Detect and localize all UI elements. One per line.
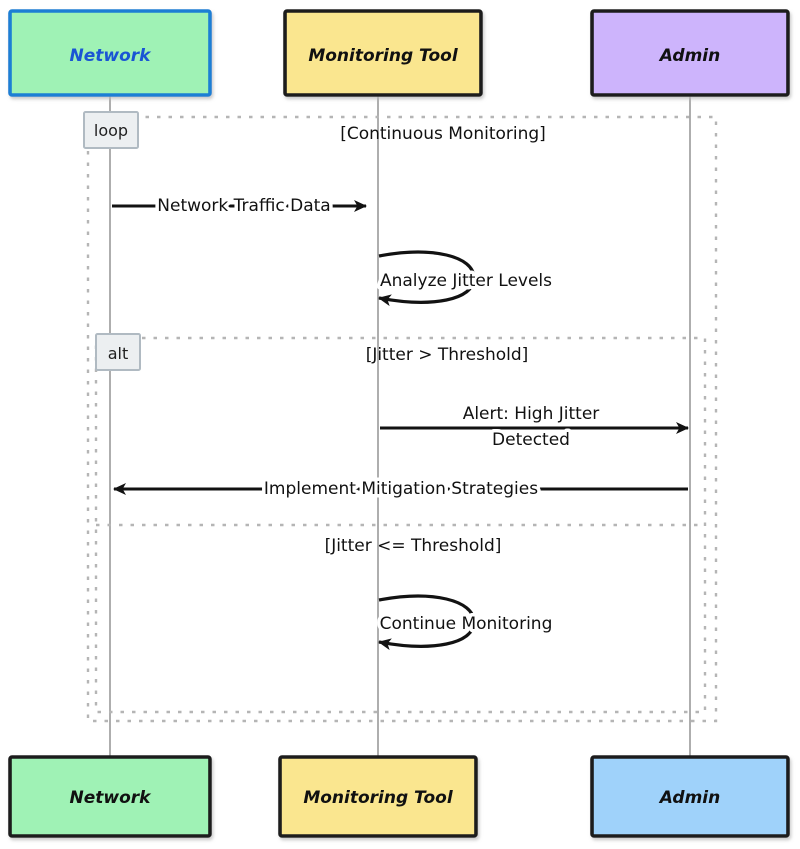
message-continue-monitoring-label: Continue Monitoring <box>380 614 553 634</box>
message-alert-high-jitter-detected-label-line1: Alert: High Jitter <box>463 404 600 424</box>
top-actor-admin[interactable]: Admin <box>590 9 790 97</box>
loop-frame-title: [Continuous Monitoring] <box>340 124 546 144</box>
alt-frame-tag-label: alt <box>108 344 129 363</box>
bottom-actor-admin[interactable]: Admin <box>590 755 790 838</box>
sequence-diagram-canvas: Network Monitoring Tool Admin loop [Cont… <box>0 0 800 849</box>
message-network-traffic-data[interactable]: Network Traffic Data <box>112 193 367 220</box>
message-implement-mitigation-strategies[interactable]: Implement Mitigation Strategies <box>113 476 688 503</box>
message-analyze-jitter-levels-label: Analyze Jitter Levels <box>380 271 552 291</box>
loop-frame-tag-label: loop <box>94 121 128 140</box>
bottom-actor-admin-label: Admin <box>658 788 720 808</box>
alt-frame <box>94 336 707 714</box>
message-alert-high-jitter-detected[interactable]: Alert: High Jitter Detected <box>380 401 689 454</box>
message-alert-high-jitter-detected-label-line2: Detected <box>492 430 570 450</box>
loop-frame-tag[interactable]: loop <box>83 111 139 149</box>
top-actor-network-label: Network <box>70 46 153 66</box>
alt-frame-tag[interactable]: alt <box>95 333 141 371</box>
message-continue-monitoring[interactable]: Continue Monitoring <box>376 594 556 651</box>
top-actor-monitoring-tool[interactable]: Monitoring Tool <box>283 9 483 97</box>
bottom-actor-monitoring-tool[interactable]: Monitoring Tool <box>278 755 478 838</box>
message-analyze-jitter-levels[interactable]: Analyze Jitter Levels <box>376 250 556 307</box>
message-network-traffic-data-label: Network Traffic Data <box>157 196 330 216</box>
alt-frame-else-title: [Jitter <= Threshold] <box>325 536 502 556</box>
top-actor-network[interactable]: Network <box>8 9 212 97</box>
top-actor-admin-label: Admin <box>658 46 720 66</box>
bottom-actor-network[interactable]: Network <box>8 755 212 838</box>
alt-frame-title: [Jitter > Threshold] <box>366 345 529 365</box>
top-actor-monitoring-tool-label: Monitoring Tool <box>308 46 458 66</box>
bottom-actor-monitoring-tool-label: Monitoring Tool <box>303 788 453 808</box>
message-implement-mitigation-strategies-label: Implement Mitigation Strategies <box>264 479 538 499</box>
bottom-actor-network-label: Network <box>70 788 153 808</box>
diagram-svg: Network Monitoring Tool Admin loop [Cont… <box>8 9 790 838</box>
